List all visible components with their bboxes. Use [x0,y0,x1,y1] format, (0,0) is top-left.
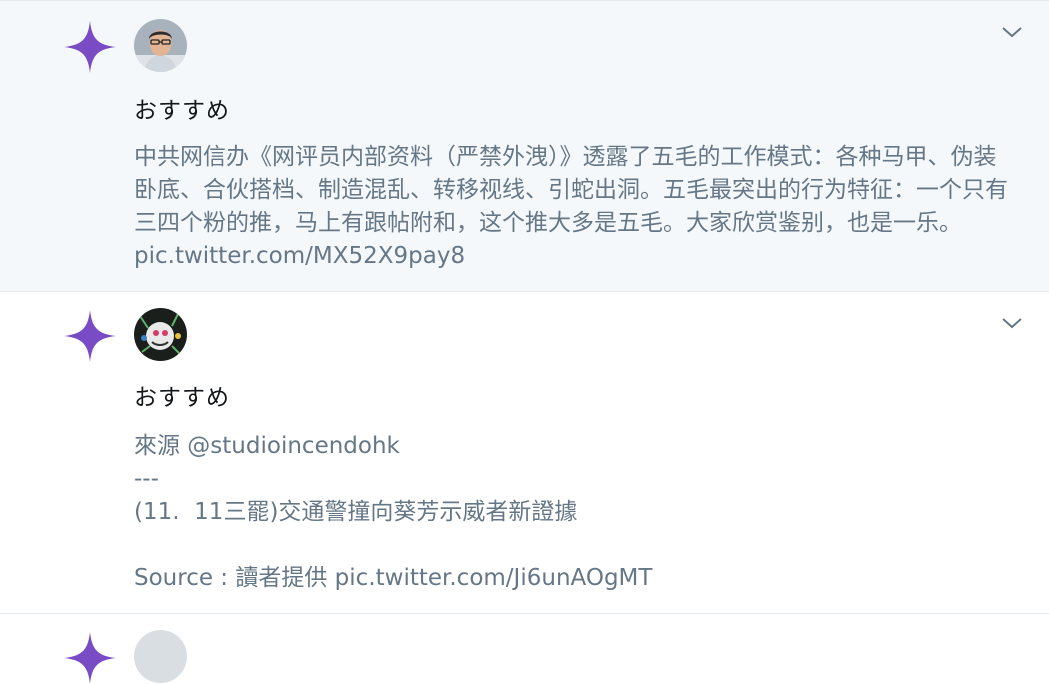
tweet-card[interactable]: おすすめ 中共网信办《网评员内部资料（严禁外洩）》透露了五毛的工作模式：各种马甲… [0,0,1049,292]
sparkle-icon [64,632,116,684]
avatar[interactable] [134,19,187,72]
recommendation-label: おすすめ [134,385,230,411]
sparkle-icon [64,21,116,73]
tweet-text[interactable]: 中共网信办《网评员内部资料（严禁外洩）》透露了五毛的工作模式：各种马甲、伪装卧底… [134,141,1014,273]
recommendation-label: おすすめ [134,98,230,124]
avatar[interactable] [134,308,187,361]
sparkle-icon [64,310,116,362]
tweet-card[interactable] [0,614,1049,684]
timeline-feed: おすすめ 中共网信办《网评员内部资料（严禁外洩）》透露了五毛的工作模式：各种马甲… [0,0,1049,684]
tweet-text[interactable]: 來源 @studioincendohk --- (11. 11三罷)交通警撞向葵… [134,430,1014,595]
chevron-down-icon[interactable] [1001,25,1023,39]
chevron-down-icon[interactable] [1001,316,1023,330]
avatar[interactable] [134,630,187,683]
tweet-card[interactable]: おすすめ 來源 @studioincendohk --- (11. 11三罷)交… [0,292,1049,614]
